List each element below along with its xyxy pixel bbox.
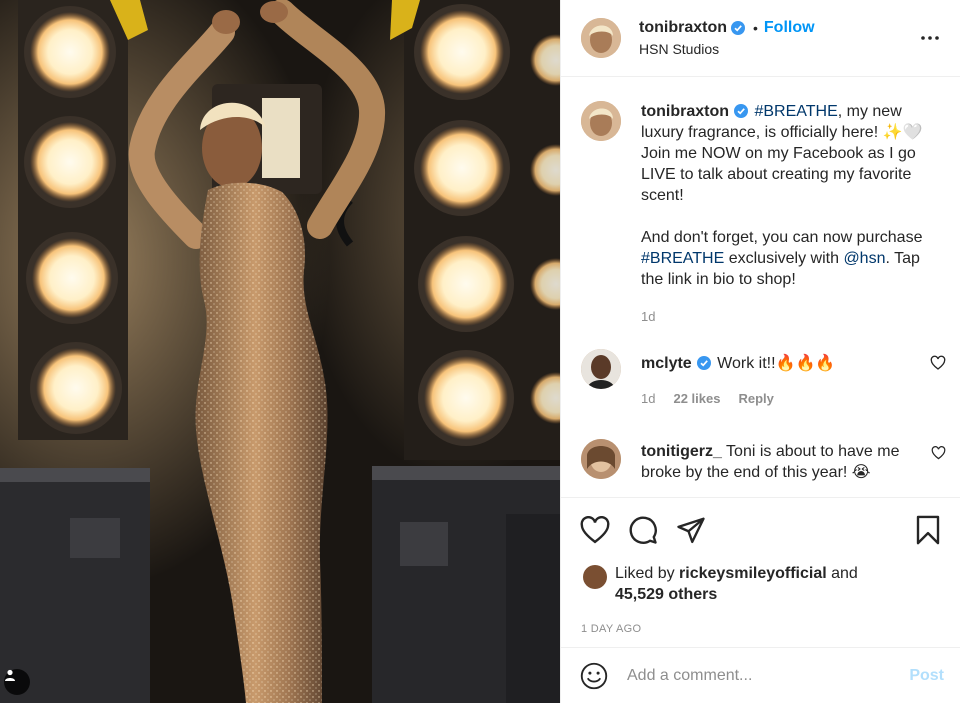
share-button[interactable]	[675, 514, 707, 546]
comment-body: tonitigerz_ Toni is about to have me bro…	[641, 441, 931, 483]
save-button[interactable]	[912, 514, 944, 546]
follow-button[interactable]: Follow	[764, 19, 815, 37]
caption-text: tonibraxton #BREATHE, my new luxury frag…	[641, 101, 945, 290]
verified-badge-icon	[731, 21, 745, 35]
likes-text: Liked by rickeysmileyofficial and 45,529…	[615, 563, 858, 605]
verified-badge-icon	[734, 104, 748, 118]
header-separator: •	[753, 20, 758, 36]
bookmark-icon	[916, 515, 940, 544]
post-timestamp[interactable]: 1 DAY AGO	[561, 607, 960, 649]
more-options-button[interactable]	[916, 24, 944, 52]
caption-text-part: exclusively with	[724, 250, 844, 267]
reply-button[interactable]: Reply	[738, 391, 773, 406]
commenter-avatar-image	[581, 439, 621, 479]
post-photo[interactable]	[0, 0, 560, 703]
add-comment-bar: Post	[561, 647, 960, 703]
liked-by-and: and	[826, 565, 858, 582]
comment-button[interactable]	[627, 514, 659, 546]
comment-avatar[interactable]	[581, 349, 621, 389]
emoji-icon	[580, 662, 608, 689]
photo-illustration	[0, 0, 560, 703]
emoji-button[interactable]	[579, 661, 609, 691]
header-text: tonibraxton • Follow HSN Studios	[639, 19, 916, 57]
hashtag-link[interactable]: #BREATHE	[641, 250, 724, 267]
comment-item: mclyte Work it!!🔥🔥🔥 1d 22 likes Reply	[561, 349, 960, 409]
liked-by-prefix: Liked by	[615, 565, 680, 582]
caption-avatar-image	[581, 101, 621, 141]
caption-text-part: And don't forget, you can now purchase	[641, 229, 923, 246]
commenter-avatar-image	[581, 349, 621, 389]
comment-likes-count[interactable]: 22 likes	[673, 391, 720, 406]
post-location[interactable]: HSN Studios	[639, 41, 916, 57]
author-username[interactable]: tonibraxton	[639, 19, 727, 37]
caption-username[interactable]: tonibraxton	[641, 103, 729, 120]
hashtag-link[interactable]: #BREATHE	[754, 103, 837, 120]
author-avatar[interactable]	[581, 18, 621, 58]
heart-icon	[580, 515, 610, 543]
likes-others-count[interactable]: 45,529 others	[615, 586, 717, 603]
post-caption: tonibraxton #BREATHE, my new luxury frag…	[561, 77, 960, 327]
post-header: tonibraxton • Follow HSN Studios	[561, 0, 960, 77]
caption-body: tonibraxton #BREATHE, my new luxury frag…	[641, 101, 945, 327]
comment-input[interactable]	[627, 666, 910, 685]
action-bar	[561, 497, 960, 561]
comment-avatar[interactable]	[581, 439, 621, 479]
caption-age: 1d	[641, 309, 656, 324]
comment-username[interactable]: mclyte	[641, 355, 692, 372]
author-avatar-image	[581, 18, 621, 58]
comment-icon	[629, 516, 657, 544]
comment-like-heart-icon[interactable]	[930, 355, 946, 371]
verified-badge-icon	[696, 356, 711, 370]
user-tag-icon	[5, 669, 15, 681]
share-icon	[677, 517, 705, 543]
liker-avatar[interactable]	[583, 565, 607, 589]
comment-age: 1d	[641, 391, 656, 406]
comment-meta: 1d 22 likes Reply	[641, 388, 930, 409]
likes-summary: Liked by rickeysmileyofficial and 45,529…	[561, 561, 960, 607]
header-top-row: tonibraxton • Follow	[639, 19, 916, 37]
comments-section[interactable]: tonibraxton #BREATHE, my new luxury frag…	[561, 77, 960, 497]
instagram-post: tonibraxton • Follow HSN Studios tonibra…	[0, 0, 960, 703]
mention-link[interactable]: @hsn	[843, 250, 885, 267]
comment-text-line: tonitigerz_ Toni is about to have me bro…	[641, 441, 931, 483]
post-comment-button[interactable]: Post	[909, 667, 944, 685]
more-options-icon	[921, 36, 939, 40]
comment-item: tonitigerz_ Toni is about to have me bro…	[561, 439, 960, 483]
comment-text-line: mclyte Work it!!🔥🔥🔥	[641, 353, 930, 374]
comment-body: mclyte Work it!!🔥🔥🔥 1d 22 likes Reply	[641, 349, 930, 409]
comment-like-heart-icon[interactable]	[931, 445, 946, 461]
like-button[interactable]	[579, 514, 611, 546]
user-tag-button[interactable]	[4, 669, 30, 695]
comment-text: Work it!!🔥🔥🔥	[717, 355, 836, 372]
comment-username[interactable]: tonitigerz_	[641, 443, 722, 460]
post-details-panel: tonibraxton • Follow HSN Studios tonibra…	[560, 0, 960, 703]
liked-by-user[interactable]: rickeysmileyofficial	[679, 565, 827, 582]
caption-author-avatar[interactable]	[581, 101, 621, 141]
